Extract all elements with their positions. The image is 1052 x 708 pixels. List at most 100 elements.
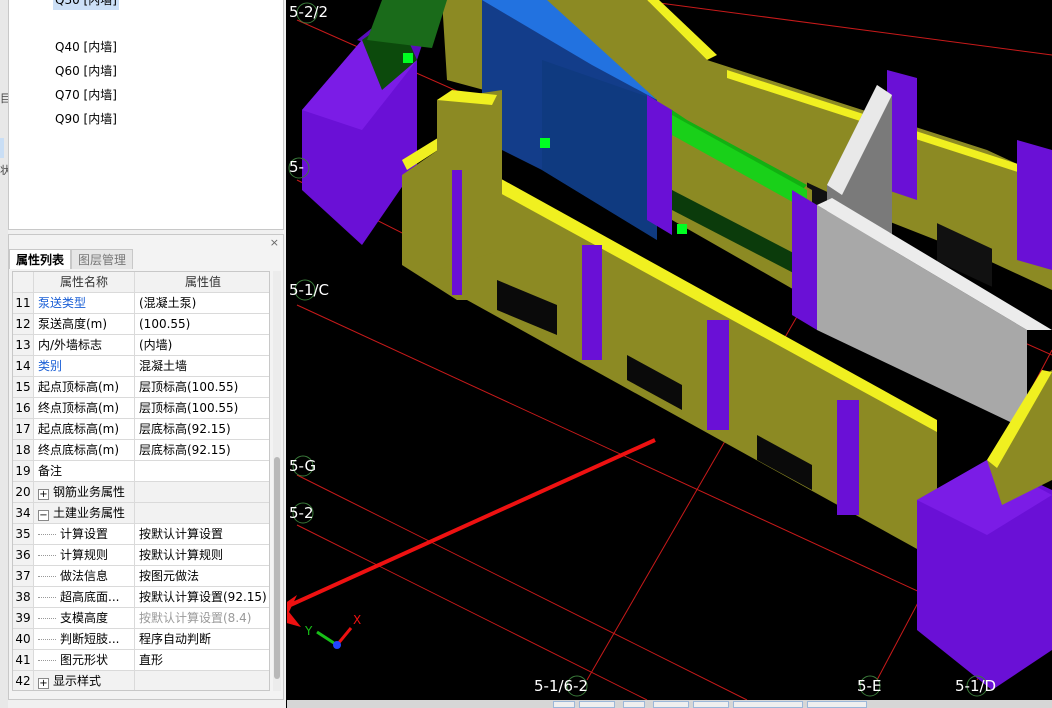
status-button[interactable] <box>693 701 729 708</box>
status-button[interactable] <box>807 701 867 708</box>
collapse-icon[interactable]: − <box>38 510 49 521</box>
row-value[interactable]: (100.55) <box>135 314 269 334</box>
property-row[interactable]: 36 计算规则 按默认计算规则 <box>13 545 269 566</box>
tree-item-q30[interactable]: Q30 [内墙] <box>53 0 119 10</box>
property-row-support-height[interactable]: 39 支模高度 按默认计算设置(8.4) <box>13 608 269 629</box>
expand-icon[interactable]: + <box>38 678 49 689</box>
row-value[interactable] <box>135 461 269 481</box>
group-label: 钢筋业务属性 <box>53 485 126 499</box>
row-name: 计算设置 <box>34 524 135 544</box>
row-name-text: 图元形状 <box>60 653 109 667</box>
row-name: 起点顶标高(m) <box>34 377 135 397</box>
row-name-text: 超高底面... <box>60 590 120 604</box>
row-name: + 显示样式 <box>34 671 135 690</box>
row-value[interactable]: 层顶标高(100.55) <box>135 377 269 397</box>
tree-line <box>38 534 56 535</box>
row-number: 19 <box>13 461 34 481</box>
tree-item-q90[interactable]: Q90 [内墙] <box>53 109 119 129</box>
status-button[interactable] <box>733 701 803 708</box>
row-name: 计算规则 <box>34 545 135 565</box>
left-strip-text-1: 目 <box>0 92 8 105</box>
row-name-text: 计算设置 <box>60 527 109 541</box>
status-button[interactable] <box>553 701 575 708</box>
property-row[interactable]: 19 备注 <box>13 461 269 482</box>
property-row[interactable]: 12 泵送高度(m) (100.55) <box>13 314 269 335</box>
tree-line <box>38 555 56 556</box>
row-number: 34 <box>13 503 34 523</box>
row-number: 41 <box>13 650 34 670</box>
property-row[interactable]: 16 终点顶标高(m) 层顶标高(100.55) <box>13 398 269 419</box>
axis-label: 5- <box>289 158 304 176</box>
row-value[interactable]: 层底标高(92.15) <box>135 419 269 439</box>
row-value[interactable]: 按图元做法 <box>135 566 269 586</box>
row-name-text: 做法信息 <box>60 569 109 583</box>
close-icon[interactable]: × <box>270 236 279 249</box>
gizmo-y-label: Y <box>304 624 313 638</box>
row-name: 超高底面... <box>34 587 135 607</box>
panel-tabs: 属性列表 图层管理 <box>9 249 134 269</box>
property-scrollbar[interactable] <box>273 271 281 691</box>
property-row[interactable]: 18 终点底标高(m) 层底标高(92.15) <box>13 440 269 461</box>
property-group-row[interactable]: 34 − 土建业务属性 <box>13 503 269 524</box>
row-value[interactable]: 按默认计算设置(8.4) <box>135 608 269 628</box>
grid-line <box>296 474 748 700</box>
row-value[interactable]: 按默认计算设置(92.15) <box>135 587 269 607</box>
row-value[interactable]: 混凝土墙 <box>135 356 269 376</box>
property-row[interactable]: 11 泵送类型 (混凝土泵) <box>13 293 269 314</box>
tree-item-q60[interactable]: Q60 [内墙] <box>53 61 119 81</box>
tree-line <box>38 660 56 661</box>
header-name: 属性名称 <box>34 272 135 292</box>
row-value[interactable]: 按默认计算规则 <box>135 545 269 565</box>
row-value[interactable]: 层底标高(92.15) <box>135 440 269 460</box>
scrollbar-thumb[interactable] <box>274 457 280 679</box>
property-row[interactable]: 15 起点顶标高(m) 层顶标高(100.55) <box>13 377 269 398</box>
expand-icon[interactable]: + <box>38 489 49 500</box>
property-row[interactable]: 40 判断短肢... 程序自动判断 <box>13 629 269 650</box>
row-value[interactable]: (内墙) <box>135 335 269 355</box>
row-value <box>135 482 269 502</box>
status-button[interactable] <box>623 701 645 708</box>
row-value[interactable]: 直形 <box>135 650 269 670</box>
tree-item-q70[interactable]: Q70 [内墙] <box>53 85 119 105</box>
row-name: 做法信息 <box>34 566 135 586</box>
status-button[interactable] <box>579 701 615 708</box>
left-panel: 目 状 Q30 [内墙] Q40 [内墙] Q60 [内墙] Q70 [内墙] … <box>0 0 286 708</box>
property-group-row[interactable]: 42 + 显示样式 <box>13 671 269 690</box>
row-value <box>135 671 269 690</box>
row-name: 终点顶标高(m) <box>34 398 135 418</box>
property-row[interactable]: 38 超高底面... 按默认计算设置(92.15) <box>13 587 269 608</box>
row-number: 13 <box>13 335 34 355</box>
status-button[interactable] <box>653 701 689 708</box>
property-row[interactable]: 17 起点底标高(m) 层底标高(92.15) <box>13 419 269 440</box>
row-value[interactable]: 层顶标高(100.55) <box>135 398 269 418</box>
row-value[interactable]: (混凝土泵) <box>135 293 269 313</box>
tab-property-list[interactable]: 属性列表 <box>9 249 72 269</box>
row-value[interactable]: 按默认计算设置 <box>135 524 269 544</box>
property-row[interactable]: 13 内/外墙标志 (内墙) <box>13 335 269 356</box>
row-value <box>135 503 269 523</box>
tree-item-q40[interactable]: Q40 [内墙] <box>53 37 119 57</box>
row-name-text: 判断短肢... <box>60 632 120 646</box>
property-row[interactable]: 14 类别 混凝土墙 <box>13 356 269 377</box>
property-row[interactable]: 41 图元形状 直形 <box>13 650 269 671</box>
row-name-text: 计算规则 <box>60 548 109 562</box>
row-name: 支模高度 <box>34 608 135 628</box>
tree-line <box>38 618 56 619</box>
property-group-row[interactable]: 20 + 钢筋业务属性 <box>13 482 269 503</box>
3d-scene: Y X <box>287 0 1052 700</box>
property-row[interactable]: 35 计算设置 按默认计算设置 <box>13 524 269 545</box>
row-number: 37 <box>13 566 34 586</box>
row-number: 16 <box>13 398 34 418</box>
3d-viewport[interactable]: Y X 5-2/2 5- 5-1/C 5-G 5-2 5-1/6-2 5-E 5… <box>287 0 1052 700</box>
row-name: − 土建业务属性 <box>34 503 135 523</box>
axis-label: 5-2/2 <box>289 3 329 21</box>
tree-line <box>38 597 56 598</box>
row-number: 36 <box>13 545 34 565</box>
property-row[interactable]: 37 做法信息 按图元做法 <box>13 566 269 587</box>
left-edge-strip: 目 状 <box>0 0 8 708</box>
tab-layer-manager[interactable]: 图层管理 <box>71 249 134 269</box>
row-number: 18 <box>13 440 34 460</box>
gizmo-x-label: X <box>353 613 361 627</box>
row-number: 14 <box>13 356 34 376</box>
row-value[interactable]: 程序自动判断 <box>135 629 269 649</box>
